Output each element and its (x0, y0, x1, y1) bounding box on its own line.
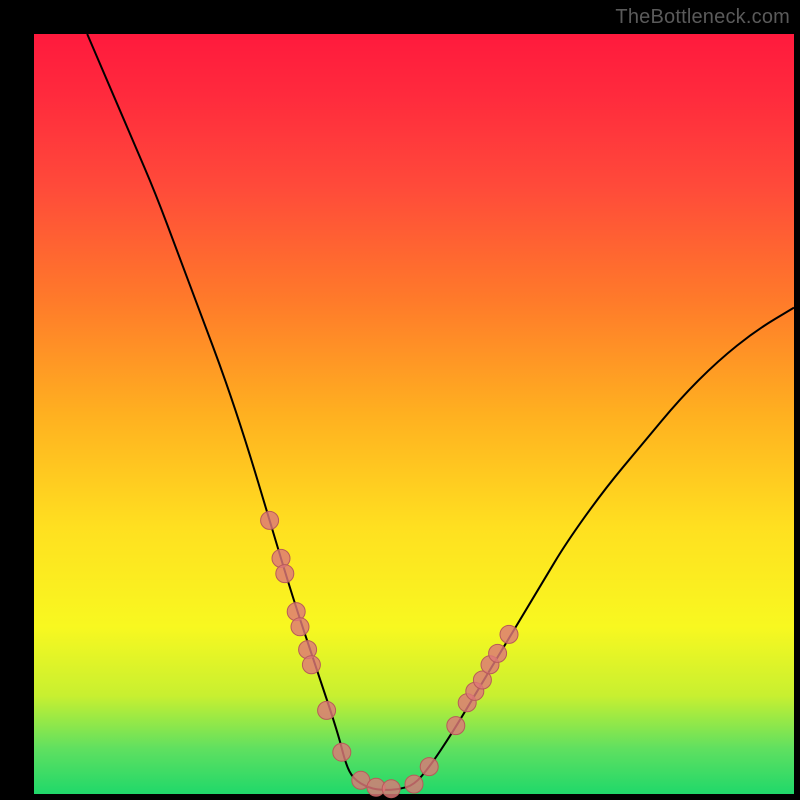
data-marker (318, 701, 336, 719)
data-marker (302, 656, 320, 674)
data-marker (382, 780, 400, 798)
data-marker (447, 717, 465, 735)
data-marker (405, 775, 423, 793)
data-marker (333, 743, 351, 761)
data-marker (276, 565, 294, 583)
watermark-text: TheBottleneck.com (615, 6, 790, 29)
data-marker (489, 644, 507, 662)
bottleneck-curve (87, 34, 794, 790)
markers-right-branch (447, 625, 518, 734)
data-marker (291, 618, 309, 636)
data-marker (500, 625, 518, 643)
chart-frame: TheBottleneck.com (0, 0, 800, 800)
chart-overlay (34, 34, 794, 794)
data-marker (261, 511, 279, 529)
data-marker (420, 758, 438, 776)
markers-left-branch (261, 511, 336, 719)
